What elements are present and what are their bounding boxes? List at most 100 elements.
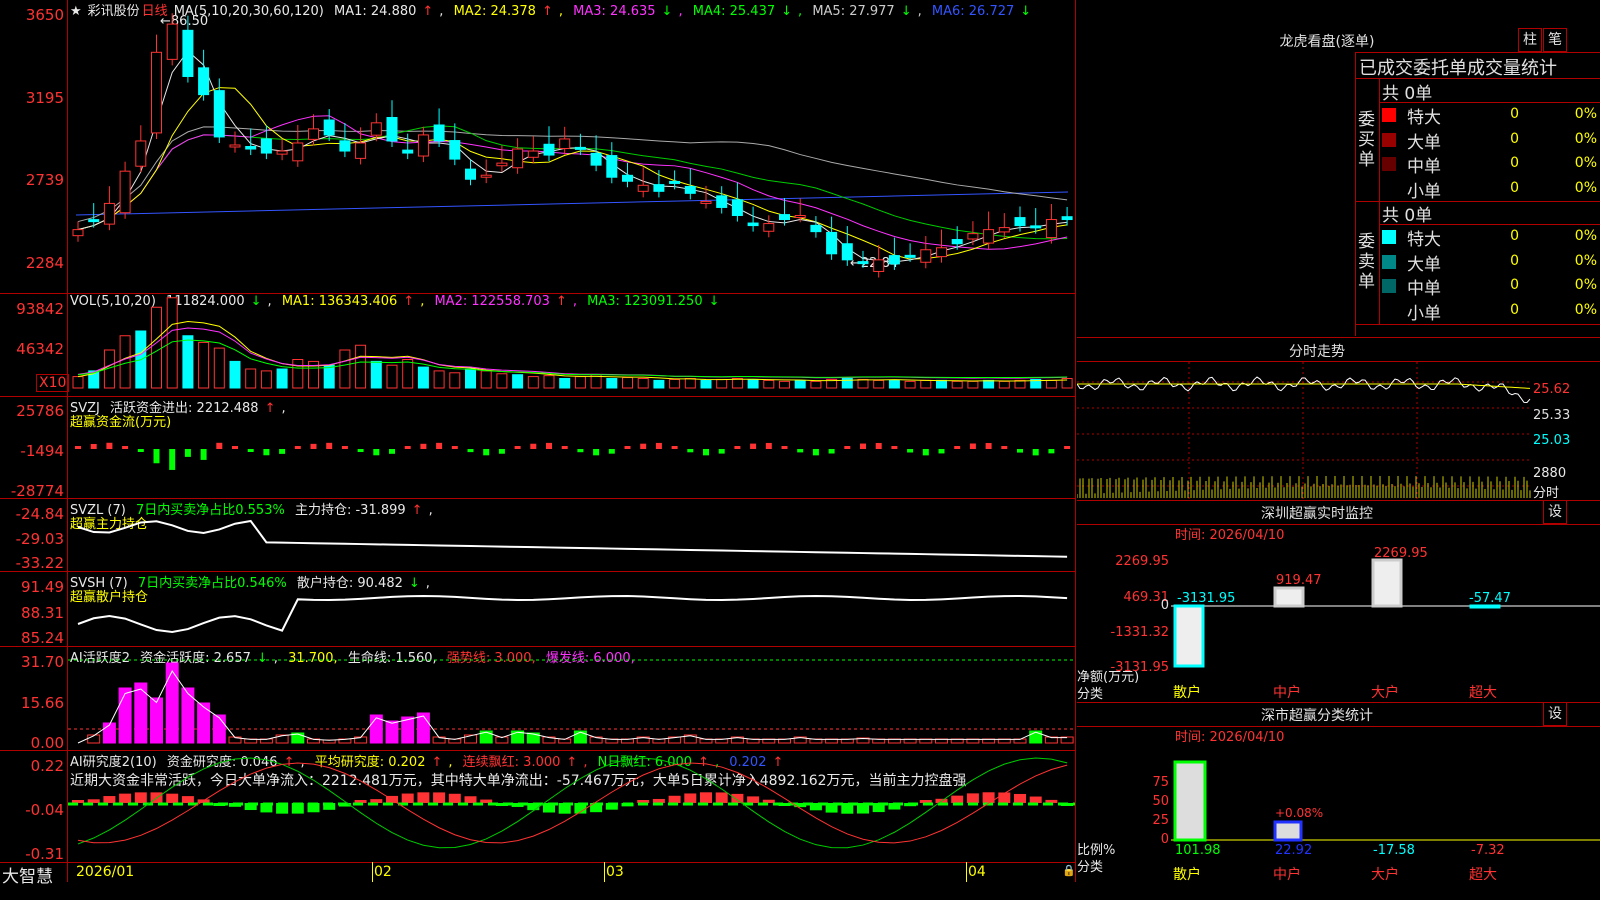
flow-bar — [907, 449, 914, 453]
flow-bar — [985, 443, 992, 449]
candle-body — [386, 116, 398, 142]
research-bar — [464, 796, 477, 803]
candle-body — [355, 142, 367, 159]
lock-icon[interactable]: 🔒 — [1062, 864, 1076, 877]
flow-bar — [357, 449, 364, 453]
buy-row-count: 0 — [1510, 130, 1519, 147]
volume-bar — [606, 378, 618, 389]
ai-research-chart[interactable] — [68, 751, 1075, 862]
chart-area[interactable]: 3650 3195 2739 2284 ★ 彩讯股份 日线 MA(5,10,20,30… — [0, 0, 1076, 887]
sell-swatch — [1382, 254, 1396, 269]
candle-body — [716, 195, 728, 208]
flow-bar — [1001, 446, 1008, 449]
category-label: 中户 — [1273, 867, 1301, 883]
svsh-chart[interactable] — [68, 572, 1075, 646]
volume-bar — [622, 377, 633, 389]
flow-bar — [608, 449, 615, 454]
flow-bar — [216, 442, 223, 449]
vol-ma2-line — [77, 327, 1068, 379]
svzl-chart[interactable] — [68, 499, 1075, 571]
volume-bar — [480, 370, 492, 389]
candle-body — [512, 148, 524, 169]
flow-bar — [389, 449, 395, 454]
candle-body — [779, 214, 790, 221]
tick-mode-button[interactable]: 笔 — [1543, 28, 1567, 52]
volume-bar — [1014, 379, 1026, 389]
flow-bar — [341, 446, 348, 449]
intraday-axis-label: 25.62 — [1533, 382, 1571, 397]
volume-chart[interactable] — [68, 294, 1075, 396]
ai-active-chart[interactable] — [68, 647, 1075, 750]
research-bar — [103, 796, 116, 803]
activity-bar — [212, 714, 226, 744]
flow-bar — [655, 442, 662, 449]
svzj-axis-label: -1494 — [20, 442, 64, 460]
candle-body — [1030, 225, 1042, 229]
monitor-bar — [1469, 604, 1501, 609]
flow-bar — [954, 446, 961, 449]
candle-body — [260, 138, 272, 154]
sz-class-axis-label: 50 — [1152, 794, 1169, 809]
price-axis-label: 2284 — [25, 254, 64, 272]
flow-bar — [200, 449, 207, 460]
research-bar — [951, 795, 964, 803]
candle-body — [72, 229, 84, 237]
sell-swatch — [1382, 279, 1396, 293]
candle-body — [119, 170, 131, 214]
sz-monitor-axis-label: 2269.95 — [1115, 554, 1169, 569]
ai-research-axis-label: -0.31 — [25, 845, 64, 863]
research-bar — [715, 792, 728, 803]
sz-class-chart[interactable]: +0.08% 101.98 22.92 -17.58 -7.32 — [1171, 744, 1600, 864]
intraday-chart[interactable] — [1077, 362, 1532, 500]
flow-bar — [420, 443, 427, 449]
candle-body — [88, 219, 100, 223]
bar-mode-button[interactable]: 柱 — [1518, 28, 1542, 52]
flow-bar — [169, 449, 176, 470]
price-axis-label: 3195 — [25, 89, 64, 107]
buy-swatch — [1382, 181, 1396, 196]
monitor-bar — [1371, 558, 1403, 608]
sell-row-pct: 0% — [1574, 301, 1597, 318]
flow-bar — [938, 449, 945, 454]
sz-class-axis-label: 25 — [1152, 813, 1169, 828]
sz-monitor-settings-button[interactable]: 设 — [1543, 500, 1567, 524]
activity-bar — [181, 687, 195, 744]
candle-body — [433, 124, 445, 142]
volume-bar — [574, 376, 586, 389]
vol-axis-label: 46342 — [16, 340, 64, 358]
activity-line — [77, 670, 1068, 744]
svzj-chart[interactable] — [68, 397, 1075, 498]
sz-class-settings-button[interactable]: 设 — [1543, 702, 1567, 726]
activity-bar — [416, 712, 430, 744]
candle-body — [151, 51, 162, 134]
candle-body — [480, 174, 492, 178]
volume-bar — [496, 373, 508, 389]
category-label: 中户 — [1273, 685, 1301, 701]
candle-body — [684, 186, 696, 194]
volume-bar — [72, 376, 84, 389]
volume-bar — [543, 375, 555, 389]
sell-row-count: 0 — [1510, 252, 1519, 269]
buy-row-pct: 0% — [1574, 179, 1597, 196]
research-bar — [684, 793, 697, 803]
sz-monitor-chart[interactable]: -3131.95 919.47 2269.95 -57.47 — [1171, 540, 1600, 681]
class-value: -17.58 — [1373, 843, 1415, 858]
flow-bar — [671, 446, 678, 449]
svzl-axis-label: -24.84 — [15, 505, 64, 523]
volume-bar — [151, 306, 162, 389]
price-axis-label: 3650 — [25, 6, 64, 24]
volume-bar — [339, 349, 351, 389]
volume-bar — [779, 380, 790, 389]
volume-bar — [198, 341, 210, 389]
flow-bar — [844, 446, 851, 449]
svsh-axis-label: 85.24 — [21, 629, 64, 647]
candle-body — [590, 152, 602, 166]
flow-bar — [561, 446, 568, 449]
category-label: 大户 — [1371, 685, 1399, 701]
candlestick-chart[interactable] — [68, 0, 1075, 292]
ma6-line — [75, 191, 1069, 216]
volume-bar — [653, 379, 665, 389]
flow-bar — [546, 442, 552, 449]
buy-row-label: 大单 — [1407, 132, 1441, 153]
flow-bar — [483, 449, 490, 456]
